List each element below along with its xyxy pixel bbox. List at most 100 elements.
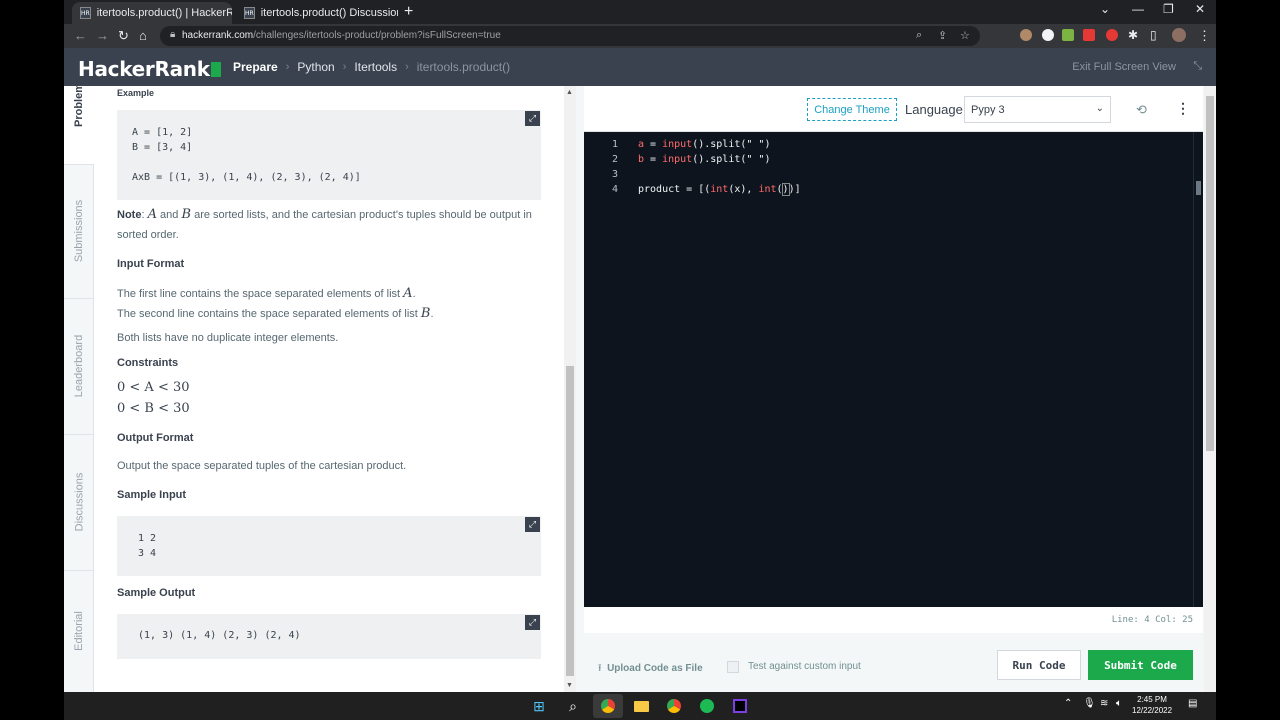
page-scrollbar[interactable] (1204, 86, 1216, 692)
extension-icon[interactable] (1106, 29, 1118, 41)
line-number: 1 (611, 139, 618, 150)
run-code-button[interactable]: Run Code (997, 650, 1081, 680)
tab-editorial[interactable]: Editorial (64, 570, 94, 692)
new-tab-icon[interactable]: + (404, 3, 413, 21)
extension-icon[interactable] (1042, 29, 1054, 41)
profile-avatar[interactable] (1172, 28, 1186, 42)
breadcrumb-itertools[interactable]: Itertools (354, 60, 397, 74)
sample-output-block: (1, 3) (1, 4) (2, 3) (2, 4) ⤢ (117, 614, 541, 659)
problem-scrollbar[interactable]: ▲ ▼ (564, 86, 576, 692)
code-line-1: a = input().split(" ") (638, 139, 771, 150)
editor-scrollbar[interactable] (1193, 132, 1203, 607)
output-text: Output the space separated tuples of the… (117, 460, 407, 472)
line-number: 3 (611, 169, 618, 180)
extension-icon[interactable] (1062, 29, 1074, 41)
output-format-heading: Output Format (117, 432, 194, 444)
back-icon[interactable]: ← (74, 28, 87, 43)
extension-icon[interactable] (1020, 29, 1032, 41)
problem-side-tabs: Problem Submissions Leaderboard Discussi… (64, 83, 94, 692)
chevron-right-icon: › (342, 61, 347, 73)
system-clock[interactable]: 2:45 PM 12/22/2022 (1132, 694, 1172, 716)
hackerrank-logo[interactable]: HackerRank (78, 57, 221, 81)
tab-title: itertools.product() | HackerRank (96, 7, 232, 19)
language-label: Language (905, 102, 963, 117)
close-window-icon[interactable]: ✕ (1195, 2, 1205, 16)
chrome-icon[interactable] (599, 697, 617, 715)
scrollbar-thumb[interactable] (1206, 96, 1214, 451)
wifi-icon[interactable]: ≋ (1100, 698, 1108, 709)
extension-icon[interactable] (1083, 29, 1095, 41)
home-icon[interactable]: ⌂ (139, 28, 147, 43)
reload-icon[interactable]: ↻ (118, 28, 129, 44)
notifications-icon[interactable]: ▤ (1188, 698, 1197, 709)
minimize-icon[interactable]: — (1132, 2, 1144, 16)
extensions-puzzle-icon[interactable]: ✱ (1128, 28, 1138, 42)
microphone-icon[interactable]: 🎙︎ (1083, 698, 1096, 709)
file-explorer-icon[interactable] (632, 697, 650, 715)
hackerrank-favicon-icon: HR (80, 7, 91, 19)
math-var-a: A (403, 286, 413, 301)
logo-text: HackerRank (78, 57, 210, 81)
tab-submissions[interactable]: Submissions (64, 164, 94, 298)
upload-label: Upload Code as File (607, 663, 703, 674)
share-icon[interactable]: ⇪ (938, 29, 947, 42)
restore-icon[interactable]: ❐ (1163, 2, 1174, 16)
breadcrumb-prepare[interactable]: Prepare (233, 60, 278, 74)
windows-taskbar: ⊞ ⌕ ⌃ 🎙︎ ≋ 🔈︎ 2:45 PM 12/22/2022 ▤ (64, 692, 1216, 720)
submit-code-button[interactable]: Submit Code (1088, 650, 1193, 680)
upload-code-link[interactable]: ⭱ Upload Code as File (598, 661, 703, 678)
logo-square-icon (210, 62, 221, 77)
tray-overflow-icon[interactable]: ⌃ (1064, 698, 1072, 709)
more-options-icon[interactable]: ⋮ (1176, 100, 1190, 117)
change-theme-button[interactable]: Change Theme (807, 98, 897, 121)
tab-leaderboard[interactable]: Leaderboard (64, 298, 94, 434)
scroll-down-icon[interactable]: ▼ (566, 682, 573, 689)
history-icon[interactable]: ⟲ (1136, 102, 1147, 118)
tab-editorial-label: Editorial (73, 611, 85, 651)
exit-fullscreen-link[interactable]: Exit Full Screen View (1072, 61, 1176, 73)
browser-tab-strip: HR itertools.product() | HackerRank ✕ HR… (64, 0, 1216, 24)
zoom-search-icon[interactable]: ⌕ (916, 29, 922, 42)
chevron-right-icon: › (285, 61, 290, 73)
hackerrank-header: HackerRank Prepare › Python › Itertools … (64, 48, 1216, 86)
code-line-4: product = [(int(x), int())] (638, 183, 801, 196)
browser-menu-icon[interactable]: ⋮ (1198, 28, 1211, 44)
forward-icon[interactable]: → (96, 28, 109, 43)
url-input[interactable]: 🔒︎ hackerrank.com/challenges/itertools-p… (160, 26, 980, 46)
windows-start-icon[interactable]: ⊞ (530, 697, 548, 715)
tab-discussions[interactable]: Discussions (64, 434, 94, 570)
browser-tab[interactable]: HR itertools.product() Discussions | H ✕ (236, 2, 398, 24)
breadcrumb-python[interactable]: Python (297, 60, 334, 74)
spotify-icon[interactable] (698, 697, 716, 715)
editor-toolbar: Change Theme Language Pypy 3 ⌄ ⟲ ⋮ (584, 86, 1203, 132)
language-select[interactable]: Pypy 3 ⌄ (964, 96, 1111, 123)
math-var-b: B (181, 207, 192, 222)
intellij-icon[interactable] (731, 697, 749, 715)
browser-tab-active[interactable]: HR itertools.product() | HackerRank ✕ (72, 2, 232, 24)
exit-fullscreen-icon[interactable]: ⤡ (1193, 60, 1202, 73)
tab-problem[interactable]: Problem (64, 83, 94, 164)
input-line-1: The first line contains the space separa… (117, 286, 416, 301)
custom-input-checkbox[interactable] (727, 661, 739, 673)
url-path: /challenges/itertools-product/problem?is… (253, 30, 501, 41)
scrollbar-thumb[interactable] (1196, 181, 1201, 195)
bookmark-star-icon[interactable]: ☆ (960, 29, 970, 42)
example-code: A = [1, 2] B = [3, 4] AxB = [(1, 3), (1,… (132, 127, 361, 183)
side-panel-icon[interactable]: ▯ (1150, 28, 1157, 42)
custom-input-label[interactable]: Test against custom input (748, 661, 861, 672)
scrollbar-thumb[interactable] (566, 366, 574, 676)
search-icon[interactable]: ⌕ (564, 697, 582, 715)
upload-icon: ⭱ (598, 663, 602, 674)
tab-search-icon[interactable]: ⌄ (1100, 2, 1110, 16)
screen: HR itertools.product() | HackerRank ✕ HR… (64, 0, 1216, 720)
volume-icon[interactable]: 🔈︎ (1116, 698, 1122, 709)
editor-panel: Change Theme Language Pypy 3 ⌄ ⟲ ⋮ 1 2 3… (576, 86, 1216, 692)
copy-code-icon[interactable]: ⤢ (525, 517, 540, 532)
scroll-up-icon[interactable]: ▲ (566, 89, 573, 96)
code-editor[interactable]: 1 2 3 4 a = input().split(" ") b = input… (584, 132, 1203, 607)
copy-code-icon[interactable]: ⤢ (525, 615, 540, 630)
chrome-profile-icon[interactable] (665, 697, 683, 715)
language-value: Pypy 3 (971, 104, 1005, 116)
hackerrank-favicon-icon: HR (244, 7, 255, 19)
copy-code-icon[interactable]: ⤢ (525, 111, 540, 126)
